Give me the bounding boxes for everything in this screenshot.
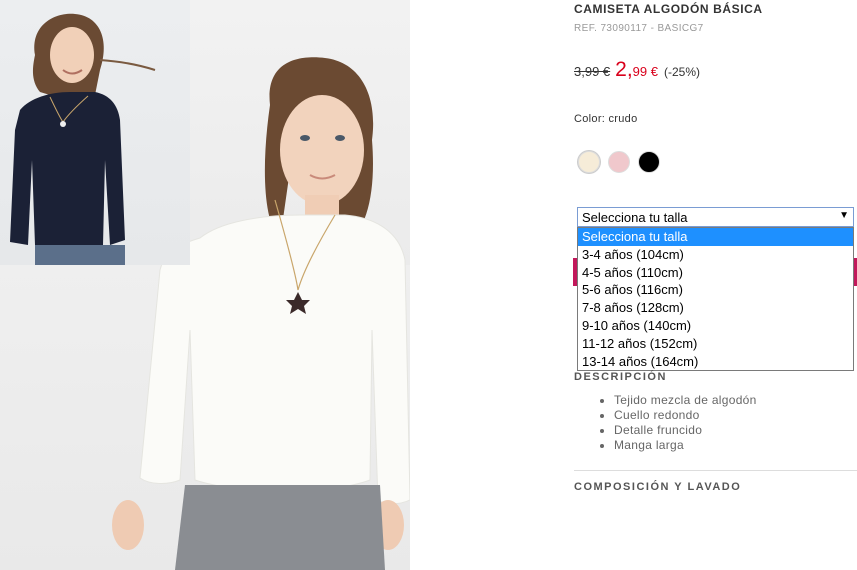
original-price: 3,99 € xyxy=(574,64,611,79)
color-swatches xyxy=(578,151,660,173)
size-option[interactable]: 13-14 años (164cm) xyxy=(578,353,853,371)
color-swatch-rosa[interactable] xyxy=(608,151,630,173)
size-option[interactable]: 9-10 años (140cm) xyxy=(578,317,853,335)
chevron-down-icon[interactable]: ▼ xyxy=(839,210,849,221)
size-option[interactable]: 7-8 años (128cm) xyxy=(578,299,853,317)
size-option[interactable]: 11-12 años (152cm) xyxy=(578,335,853,353)
price-block: 3,99 € 2, 99 € (-25%) xyxy=(574,58,700,82)
product-reference: REF. 73090117 - BASICG7 xyxy=(574,23,704,34)
description-heading[interactable]: DESCRIPCIÓN xyxy=(574,371,667,383)
sale-price-decimals: 99 € xyxy=(632,64,658,79)
size-select[interactable]: Selecciona tu talla ▼ xyxy=(577,207,854,227)
description-list: Tejido mezcla de algodón Cuello redondo … xyxy=(599,393,757,453)
discount-percentage: (-25%) xyxy=(663,65,700,79)
size-option[interactable]: 5-6 años (116cm) xyxy=(578,281,853,299)
section-divider xyxy=(574,470,857,471)
size-dropdown-list: Selecciona tu talla 3-4 años (104cm) 4-5… xyxy=(577,227,854,372)
color-swatch-crudo[interactable] xyxy=(578,151,600,173)
size-select-value: Selecciona tu talla xyxy=(582,210,688,225)
size-option[interactable]: 4-5 años (110cm) xyxy=(578,264,853,282)
girl-navy-shirt-illustration xyxy=(10,13,156,265)
composition-heading[interactable]: COMPOSICIÓN Y LAVADO xyxy=(574,481,741,493)
description-item: Manga larga xyxy=(614,438,757,453)
sale-price-integer: 2, xyxy=(615,58,633,81)
color-swatch-negro[interactable] xyxy=(638,151,660,173)
size-option[interactable]: Selecciona tu talla xyxy=(578,228,853,246)
size-option[interactable]: 3-4 años (104cm) xyxy=(578,246,853,264)
description-item: Detalle fruncido xyxy=(614,423,757,438)
product-title: CAMISETA ALGODÓN BÁSICA xyxy=(574,2,763,16)
product-thumbnail-image[interactable] xyxy=(0,0,190,265)
color-label: Color: crudo xyxy=(574,113,638,125)
description-item: Cuello redondo xyxy=(614,408,757,423)
description-item: Tejido mezcla de algodón xyxy=(614,393,757,408)
